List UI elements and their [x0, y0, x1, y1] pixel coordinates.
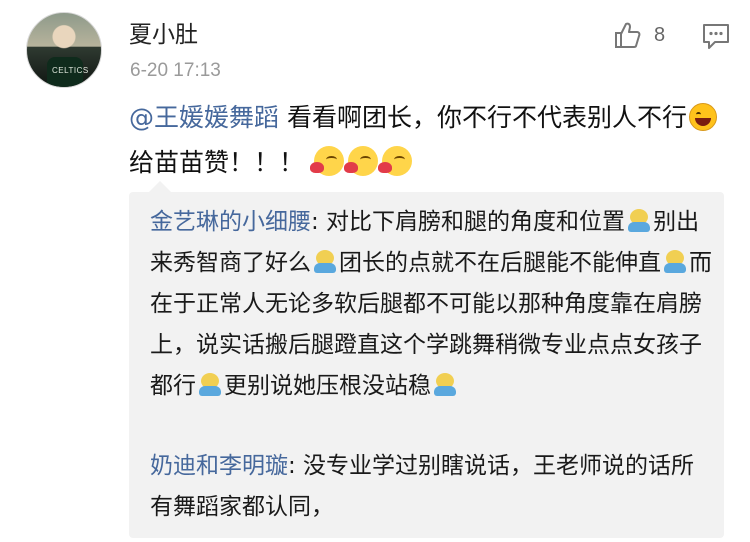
quoted-reply: 金艺琳的小细腰: 对比下肩膀和腿的角度和位置 别出来秀智商了好么 团长的点就不在后腿… — [150, 202, 715, 407]
like-button[interactable]: 8 — [612, 18, 682, 52]
cheer-emoji-icon — [377, 146, 412, 176]
like-count: 8 — [654, 23, 666, 46]
reply-text: 更别说她压根没站稳 — [224, 373, 431, 399]
doge-emoji-icon — [313, 250, 337, 274]
doge-emoji-icon — [627, 209, 651, 233]
username[interactable]: 夏小肚 — [129, 15, 198, 49]
mention-link[interactable]: @王媛媛舞蹈 — [129, 103, 279, 132]
comment-content: @王媛媛舞蹈 看看啊团长，你不行不代表别人不行 给苗苗赞！！！ — [129, 95, 739, 185]
avatar-jersey-text: CELTICS — [52, 66, 89, 75]
reply-text: : 对比下肩膀和腿的角度和位置 — [311, 209, 626, 235]
laugh-emoji-icon — [688, 103, 717, 131]
quoted-replies: 金艺琳的小细腰: 对比下肩膀和腿的角度和位置 别出来秀智商了好么 团长的点就不在后腿… — [129, 181, 724, 538]
avatar-jersey: CELTICS — [47, 57, 88, 87]
cheer-emoji-icon — [309, 146, 344, 176]
reply-author[interactable]: 奶迪和李明璇 — [150, 453, 288, 479]
avatar[interactable]: CELTICS — [26, 12, 102, 88]
doge-emoji-icon — [663, 250, 687, 274]
reply-author[interactable]: 金艺琳的小细腰 — [150, 209, 311, 235]
reply-button[interactable] — [701, 21, 731, 51]
thumbs-up-icon — [615, 22, 641, 48]
timestamp: 6-20 17:13 — [130, 60, 221, 81]
comment-text-2: 给苗苗赞！！！ — [129, 148, 305, 177]
reply-text: 团长的点就不在后腿能不能伸直 — [339, 250, 661, 276]
doge-emoji-icon — [198, 373, 222, 397]
cheer-emoji-icon — [343, 146, 378, 176]
comment-text: 看看啊团长，你不行不代表别人不行 — [279, 103, 687, 132]
quoted-reply: 奶迪和李明璇: 没专业学过别瞎说话，王老师说的话所有舞蹈家都认同， — [150, 446, 715, 528]
doge-emoji-icon — [433, 373, 457, 397]
comment-icon — [703, 24, 729, 49]
